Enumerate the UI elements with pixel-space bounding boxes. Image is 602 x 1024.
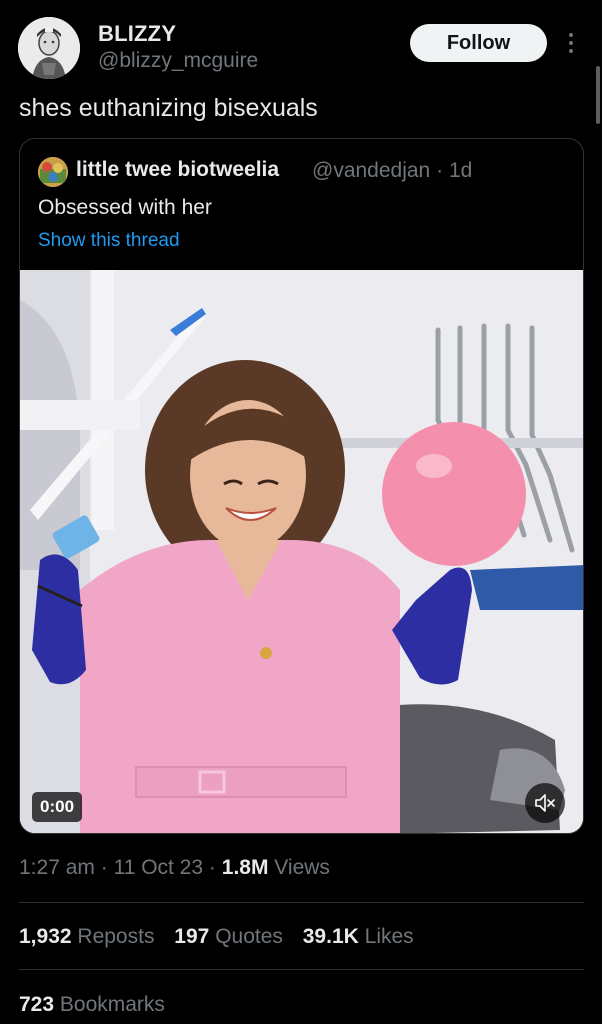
bookmarks-stat[interactable]: 723 Bookmarks	[19, 993, 165, 1017]
quoted-author-avatar[interactable]	[38, 157, 68, 187]
likes-label: Likes	[364, 925, 414, 948]
quotes-count: 197	[174, 925, 210, 948]
quoted-tweet-meta: @vandedjan · 1d	[312, 159, 472, 183]
tweet-time[interactable]: 1:27 am	[19, 856, 95, 879]
tweet-text: shes euthanizing bisexuals	[19, 94, 318, 122]
timestamp-separator: ·	[208, 856, 216, 879]
more-dot	[569, 41, 573, 45]
divider	[19, 902, 584, 903]
video-timecode: 0:00	[32, 792, 83, 822]
quoted-tweet-text: Obsessed with her	[38, 196, 212, 219]
views-label: Views	[274, 856, 330, 879]
bookmarks-label: Bookmarks	[59, 993, 165, 1016]
tweet-date[interactable]: 11 Oct 23	[114, 856, 204, 879]
follow-button[interactable]: Follow	[410, 24, 547, 62]
avatar-photo-icon	[18, 17, 80, 79]
reposts-count: 1,932	[19, 925, 72, 948]
show-thread-link[interactable]: Show this thread	[38, 230, 180, 252]
quoted-author-display-name[interactable]: little twee biotweelia	[76, 158, 279, 182]
timestamp-separator: ·	[100, 856, 108, 879]
author-display-name[interactable]: BLIZZY	[98, 21, 176, 47]
mute-toggle-button[interactable]	[525, 783, 565, 823]
reposts-stat[interactable]: 1,932 Reposts	[19, 925, 154, 949]
author-avatar[interactable]	[18, 17, 80, 79]
reposts-label: Reposts	[77, 925, 155, 948]
scrollbar-thumb[interactable]	[596, 66, 600, 124]
quoted-tweet-card[interactable]: little twee biotweelia @vandedjan · 1d O…	[19, 138, 584, 834]
quoted-avatar-photo-icon	[38, 157, 68, 187]
quotes-label: Quotes	[215, 925, 283, 948]
quotes-stat[interactable]: 197 Quotes	[174, 925, 283, 949]
likes-count: 39.1K	[302, 925, 359, 948]
author-handle[interactable]: @blizzy_mcguire	[98, 49, 258, 73]
tweet-timestamp-row: 1:27 am · 11 Oct 23 · 1.8M Views	[19, 856, 330, 880]
more-dot	[569, 49, 573, 53]
more-options-icon[interactable]	[561, 30, 581, 56]
bookmarks-count: 723	[19, 993, 55, 1016]
tweet-detail-page: BLIZZY @blizzy_mcguire Follow shes eutha…	[0, 0, 602, 1024]
muted-speaker-icon	[535, 794, 555, 812]
engagement-stats-row: 1,932 Reposts 197 Quotes 39.1K Likes	[19, 925, 428, 949]
video-frame	[20, 270, 583, 833]
video-player[interactable]: 0:00	[20, 270, 583, 833]
more-dot	[569, 33, 573, 37]
quoted-author-handle[interactable]: @vandedjan	[312, 159, 430, 182]
quoted-tweet-age[interactable]: 1d	[449, 159, 472, 182]
views-count: 1.8M	[221, 856, 269, 879]
likes-stat[interactable]: 39.1K Likes	[303, 925, 414, 949]
divider	[19, 969, 584, 970]
meta-separator: ·	[436, 159, 444, 182]
